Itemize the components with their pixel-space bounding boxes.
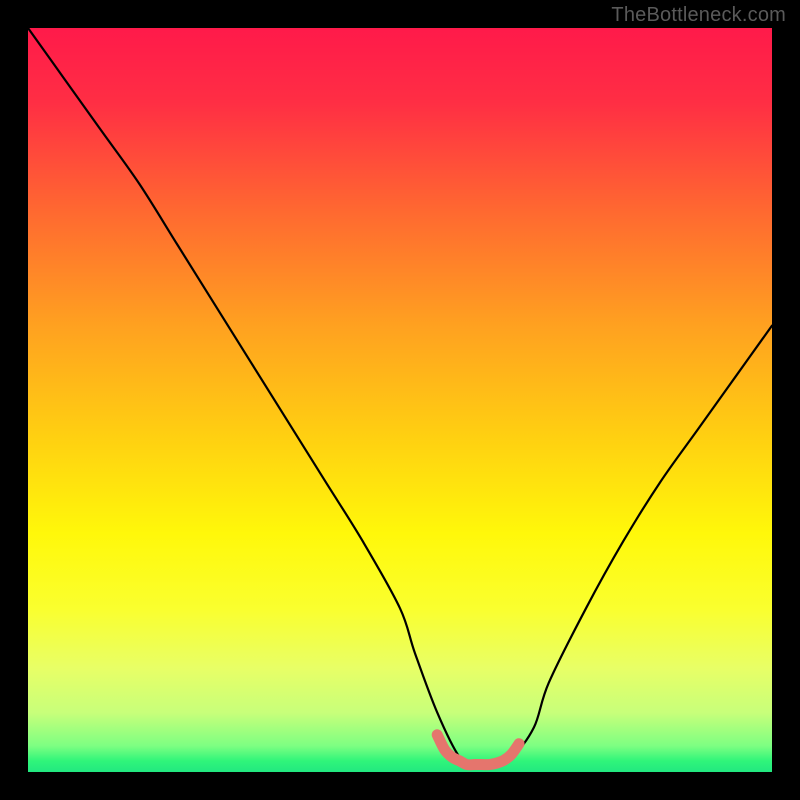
curve-layer [28,28,772,772]
bottleneck-curve [28,28,772,765]
chart-plot-area [28,28,772,772]
watermark-text: TheBottleneck.com [611,4,786,27]
